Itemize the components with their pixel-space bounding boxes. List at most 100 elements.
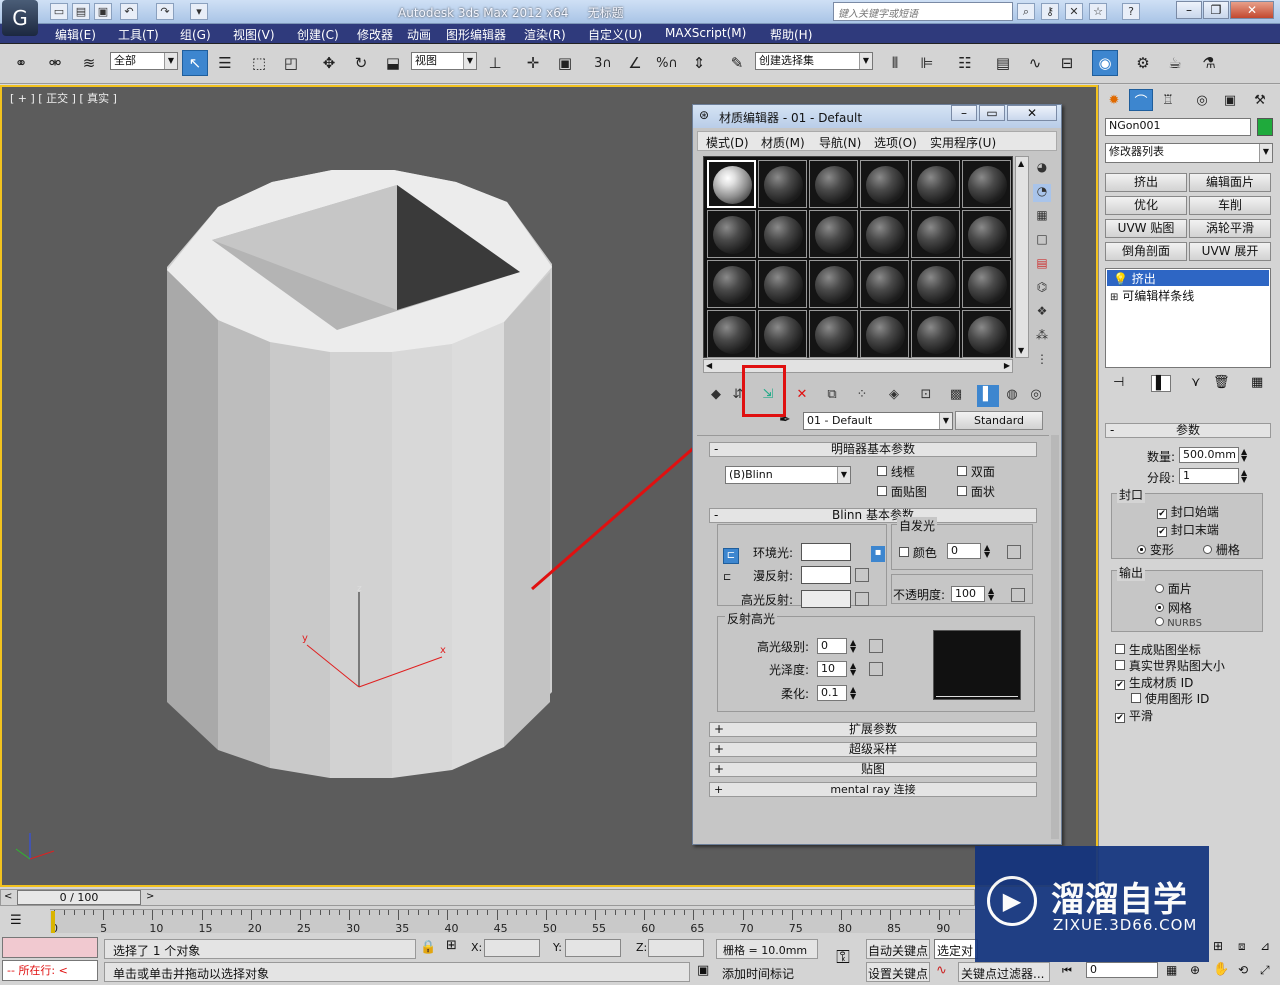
modifier-turbosmooth-button[interactable]: 涡轮平滑 (1189, 219, 1271, 238)
link-icon[interactable]: ⚭ (8, 50, 34, 76)
go-to-parent-icon[interactable]: ◍ (1001, 385, 1023, 407)
snap-toggle-icon[interactable]: 3 ∩ (590, 50, 616, 76)
field-of-view-icon[interactable]: ⊿ (1260, 939, 1270, 953)
shader-type-dropdown[interactable]: (B)Blinn ▼ (725, 466, 851, 484)
supersampling-rollout-header[interactable]: + 超级采样 (709, 742, 1037, 757)
edit-named-sets-icon[interactable]: ✎ (724, 50, 750, 76)
material-slot[interactable] (707, 160, 756, 208)
time-slider-thumb[interactable]: 0 / 100 (17, 890, 141, 905)
maps-rollout-header[interactable]: + 贴图 (709, 762, 1037, 777)
key-filters-button[interactable]: 关键点过滤器... (958, 962, 1050, 982)
video-color-check-icon[interactable]: ▤ (1033, 256, 1051, 274)
backlight-icon[interactable]: ◔ (1033, 184, 1051, 202)
orbit-icon[interactable]: ⟲ (1238, 963, 1248, 977)
show-map-in-viewport-icon[interactable]: ▩ (945, 385, 967, 407)
two-sided-checkbox[interactable]: 双面 (957, 463, 995, 480)
mat-menu-utilities[interactable]: 实用程序(U) (930, 134, 996, 151)
rect-selection-icon[interactable]: ⬚ (246, 50, 272, 76)
make-unique-icon[interactable]: ⋎ (1191, 375, 1201, 390)
help-icon[interactable]: ? (1122, 3, 1140, 20)
lightbulb-icon[interactable]: 💡 (1113, 272, 1128, 286)
named-selection-dropdown[interactable]: 创建选择集 ▼ (755, 52, 873, 70)
pivot-center-icon[interactable]: ⊥ (482, 50, 508, 76)
put-to-library-icon[interactable]: ◈ (883, 385, 905, 407)
menu-rendering[interactable]: 渲染(R) (524, 26, 566, 43)
y-coord-field[interactable] (565, 939, 621, 957)
self-illum-map-button[interactable] (1007, 545, 1021, 559)
face-map-checkbox[interactable]: 面贴图 (877, 483, 927, 500)
quick-access-dropdown-icon[interactable]: ▾ (190, 3, 208, 20)
morph-radio[interactable]: 变形 (1137, 541, 1174, 558)
get-material-icon[interactable]: ◆ (705, 385, 727, 407)
tools-icon[interactable]: ✕ (1065, 3, 1083, 20)
listener-running[interactable]: -- 所在行: < (2, 960, 98, 981)
material-options-icon[interactable]: ❖ (1033, 304, 1051, 322)
menu-views[interactable]: 视图(V) (233, 26, 275, 43)
modifier-lathe-button[interactable]: 车削 (1189, 196, 1271, 215)
z-coord-field[interactable] (648, 939, 704, 957)
modifier-unwrap-uvw-button[interactable]: UVW 展开 (1189, 242, 1271, 261)
material-slot[interactable] (758, 160, 807, 208)
material-slot[interactable] (809, 160, 858, 208)
move-icon[interactable]: ✥ (316, 50, 342, 76)
self-illum-spin-arrows-icon[interactable]: ▲ ▼ (984, 544, 990, 559)
schematic-view-icon[interactable]: ⊟ (1054, 50, 1080, 76)
expand-icon[interactable]: ⊞ (1110, 292, 1118, 303)
layer-manager-icon[interactable]: ☷ (952, 50, 978, 76)
specular-map-button[interactable] (855, 592, 869, 606)
menu-maxscript[interactable]: MAXScript(M) (665, 26, 746, 40)
lock-selection-icon[interactable]: 🔒 (420, 940, 436, 955)
unlink-icon[interactable]: ⚮ (42, 50, 68, 76)
cap-end-checkbox[interactable]: ✔ 封口末端 (1157, 521, 1219, 538)
select-by-name-icon[interactable]: ☰ (212, 50, 238, 76)
lock-map-icon[interactable]: ▪ (871, 546, 885, 562)
material-slot[interactable] (707, 310, 756, 358)
modifier-extrude-button[interactable]: 挤出 (1105, 173, 1187, 192)
shader-rollout-header[interactable]: - 明暗器基本参数 (709, 442, 1037, 457)
go-to-start-icon[interactable]: ⏮ (1062, 964, 1072, 978)
material-slot[interactable] (809, 310, 858, 358)
params-rollout-header[interactable]: - 参数 (1105, 423, 1271, 438)
selection-mode-dropdown[interactable]: 选定对 (934, 939, 978, 959)
object-color-swatch[interactable] (1257, 118, 1273, 136)
time-slider-next-icon[interactable]: > (146, 891, 154, 902)
smooth-checkbox[interactable]: ✔ 平滑 (1115, 707, 1153, 724)
x-coord-field[interactable] (484, 939, 540, 957)
ambient-color-swatch[interactable] (801, 543, 851, 561)
toggle-ribbon-icon[interactable]: ▤ (990, 50, 1016, 76)
display-tab-icon[interactable]: ▣ (1219, 89, 1241, 111)
set-key-icon[interactable]: ⚿ (828, 947, 858, 979)
make-unique-material-icon[interactable]: ⁘ (851, 385, 873, 407)
menu-customize[interactable]: 自定义(U) (588, 26, 642, 43)
faceted-checkbox[interactable]: 面状 (957, 483, 995, 500)
material-slot[interactable] (911, 210, 960, 258)
amount-spin-arrows-icon[interactable]: ▲ ▼ (1241, 448, 1247, 463)
gen-mapping-checkbox[interactable]: 生成贴图坐标 (1115, 641, 1201, 658)
modifier-edit-patch-button[interactable]: 编辑面片 (1189, 173, 1271, 192)
material-slot[interactable] (860, 260, 909, 308)
mat-menu-modes[interactable]: 模式(D) (706, 134, 749, 151)
rendered-frame-icon[interactable]: ☕ (1162, 50, 1188, 76)
keyboard-shortcut-icon[interactable]: ▣ (552, 50, 578, 76)
material-slot[interactable] (860, 160, 909, 208)
menu-tools[interactable]: 工具(T) (118, 26, 159, 43)
scale-icon[interactable]: ⬓ (380, 50, 406, 76)
soften-spin-arrows-icon[interactable]: ▲ ▼ (850, 686, 856, 701)
zoom-icon[interactable]: ⊕ (1190, 963, 1200, 977)
angle-snap-icon[interactable]: ∠ (622, 50, 648, 76)
create-tab-icon[interactable]: ✹ (1103, 89, 1125, 111)
reference-coord-dropdown[interactable]: 视图 ▼ (411, 52, 477, 70)
star-icon[interactable]: ☆ (1089, 3, 1107, 20)
rollout-scrollbar[interactable] (1051, 435, 1059, 839)
render-production-icon[interactable]: ⚗ (1196, 50, 1222, 76)
pan-hand-icon[interactable]: ✋ (1213, 962, 1229, 977)
menu-group[interactable]: 组(G) (180, 26, 211, 43)
material-slot[interactable] (911, 260, 960, 308)
track-bar[interactable]: 051015202530354045505560657075808590 (50, 909, 975, 935)
add-time-tag-label[interactable]: 添加时间标记 (722, 965, 794, 982)
mirror-icon[interactable]: ⫴ (882, 50, 908, 76)
extended-params-rollout-header[interactable]: + 扩展参数 (709, 722, 1037, 737)
spinner-snap-icon[interactable]: ⇕ (686, 50, 712, 76)
material-slot[interactable] (758, 210, 807, 258)
mat-menu-navigation[interactable]: 导航(N) (819, 134, 861, 151)
